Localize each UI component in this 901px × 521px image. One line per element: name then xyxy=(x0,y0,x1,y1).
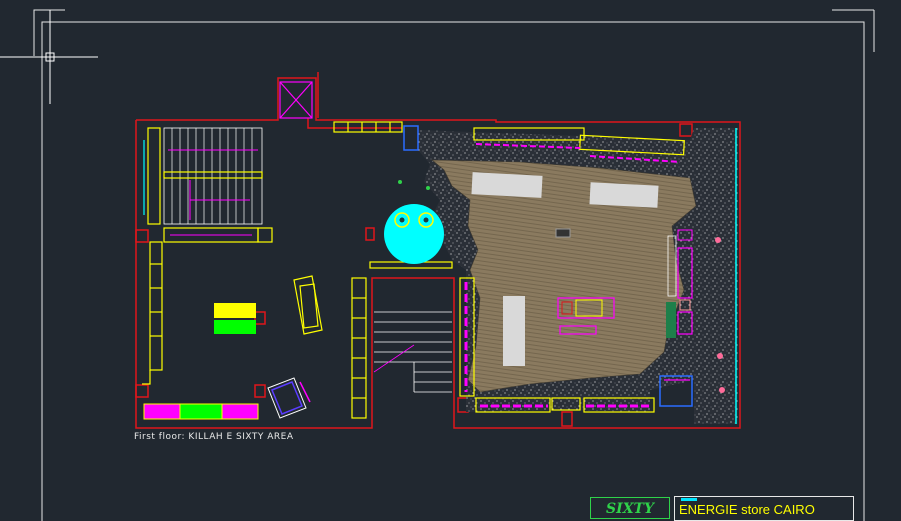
lower-staircase xyxy=(373,311,452,393)
display-tables xyxy=(143,303,311,420)
sixty-logo: SIXTY xyxy=(590,497,670,519)
floor-caption: First floor: KILLAH E SIXTY AREA xyxy=(134,432,294,442)
drawing-frame xyxy=(33,9,875,521)
title-text: ENERGIE store CAIRO xyxy=(679,502,815,517)
cad-drawing-canvas[interactable] xyxy=(0,0,901,521)
shelving-units xyxy=(142,121,453,419)
title-accent-bar xyxy=(681,498,697,501)
title-block: ENERGIE store CAIRO xyxy=(674,496,854,521)
crosshair-cursor-icon xyxy=(0,10,98,104)
staircase-symbol xyxy=(143,127,273,243)
elevator-shaft xyxy=(279,81,313,119)
